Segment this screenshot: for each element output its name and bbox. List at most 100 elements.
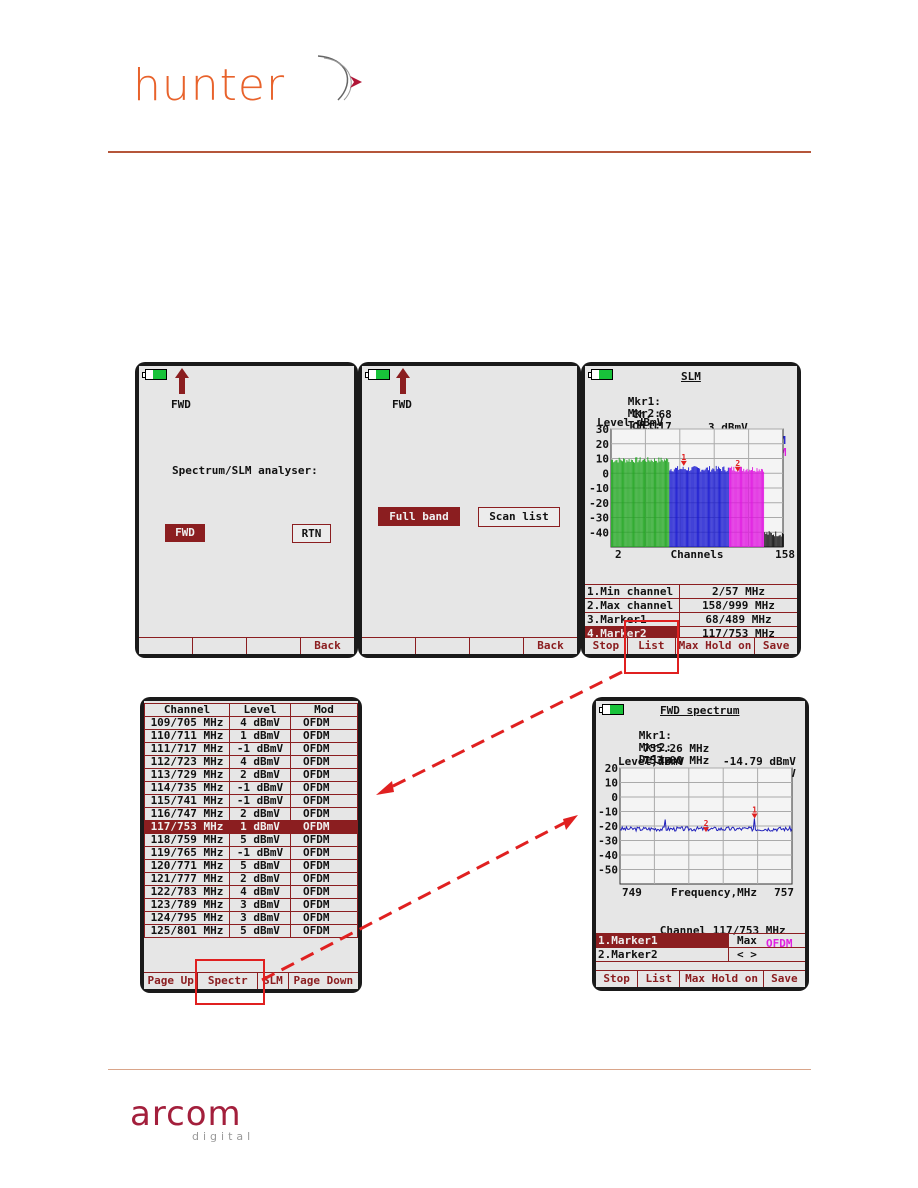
x-tick-label: 2 [615,548,622,561]
table-row[interactable]: 124/795 MHz 3 dBmV OFDM [144,911,358,925]
table-header: Channel Level Mod [144,703,358,717]
bar [701,469,703,547]
table-row[interactable]: 125/801 MHz 5 dBmV OFDM [144,924,358,938]
bar [752,467,754,547]
softkey-1[interactable] [362,638,416,654]
y-tick-label: -20 [598,820,618,833]
bar [747,471,749,547]
table-row[interactable]: 109/705 MHz 4 dBmV OFDM [144,716,358,730]
bar [758,469,760,547]
bar [781,533,783,547]
menu-row-min-channel[interactable]: 1.Min channel 2/57 MHz [585,585,797,599]
bar [656,460,658,547]
y-tick-label: -30 [589,512,609,525]
bar [626,459,628,547]
scan-list-button[interactable]: Scan list [478,507,560,527]
table-row[interactable]: 110/711 MHz 1 dBmV OFDM [144,729,358,743]
list-button[interactable]: List [638,971,681,987]
cell-channel: 117/753 MHz [144,820,230,834]
table-row[interactable]: 115/741 MHz -1 dBmV OFDM [144,794,358,808]
bar [736,471,738,547]
arcom-logo-text: arcom [130,1094,242,1134]
cell-channel: 115/741 MHz [144,794,230,808]
table-row[interactable]: 113/729 MHz 2 dBmV OFDM [144,768,358,782]
cell-mod: OFDM [290,872,358,886]
table-row[interactable]: 120/771 MHz 5 dBmV OFDM [144,859,358,873]
back-button[interactable]: Back [301,638,354,654]
bar [783,534,784,547]
column-header-level: Level [229,703,291,717]
table-row[interactable]: 119/765 MHz -1 dBmV OFDM [144,846,358,860]
bar [771,535,773,547]
table-row[interactable]: 116/747 MHz 2 dBmV OFDM [144,807,358,821]
table-row[interactable]: 111/717 MHz -1 dBmV OFDM [144,742,358,756]
cell-channel: 125/801 MHz [144,924,230,938]
bar [720,469,722,547]
column-header-channel: Channel [144,703,230,717]
menu-row-marker1[interactable]: 1.Marker1 Max [596,934,805,948]
save-button[interactable]: Save [763,971,805,987]
softkey-bar: Back [362,637,577,654]
stop-button[interactable]: Stop [585,638,628,654]
bar [676,467,677,547]
device-screen-slm: SLM Mkr1: Ch. 68 3 dBmV QAM Mkr2: Ch.117… [581,362,801,658]
softkey-2[interactable] [193,638,247,654]
x-tick-label: 757 [774,886,794,899]
bar [669,470,671,547]
x-axis-label: Frequency,MHz [671,886,757,899]
back-button[interactable]: Back [524,638,577,654]
y-tick-label: 20 [596,438,609,451]
table-row[interactable]: 112/723 MHz 4 dBmV OFDM [144,755,358,769]
bar [662,461,664,547]
save-button[interactable]: Save [755,638,797,654]
bar [634,462,636,547]
full-band-button[interactable]: Full band [378,507,460,526]
cell-mod: OFDM [290,911,358,925]
table-row[interactable]: 121/777 MHz 2 dBmV OFDM [144,872,358,886]
menu-value: Max [737,934,757,947]
spectr-highlight-box [195,959,265,1005]
page-up-button[interactable]: Page Up [144,973,199,989]
softkey-1[interactable] [139,638,193,654]
softkey-3[interactable] [247,638,301,654]
max-hold-button[interactable]: Max Hold on [680,971,764,987]
bar [633,461,634,547]
hunter-logo-text: hunter [133,60,286,111]
menu-row-max-channel[interactable]: 2.Max channel 158/999 MHz [585,599,797,613]
softkey-3[interactable] [470,638,524,654]
bar [755,471,757,547]
bar [646,461,648,547]
menu-row-marker2[interactable]: 2.Marker2 < > [596,948,805,962]
fwd-button[interactable]: FWD [165,524,205,542]
cell-level: 1 dBmV [229,820,291,834]
bar [628,458,630,547]
table-row[interactable]: 122/783 MHz 4 dBmV OFDM [144,885,358,899]
bar [765,534,767,547]
bar [689,470,691,547]
swoosh-arrow-icon [317,55,362,101]
bar [635,457,637,547]
slm-menu: 1.Min channel 2/57 MHz 2.Max channel 158/9… [585,584,797,641]
cell-mod: OFDM [290,807,358,821]
bar [648,460,650,547]
y-tick-label: 0 [611,791,618,804]
page-down-button[interactable]: Page Down [288,973,358,989]
slm-bar-chart: Level,dBmV3020100-10-20-30-40122 Channels… [589,416,795,561]
table-row[interactable]: 118/759 MHz 5 dBmV OFDM [144,833,358,847]
menu-row-marker1[interactable]: 3.Marker1 68/489 MHz [585,613,797,627]
bar [743,468,745,547]
bar [644,458,645,547]
bar [756,468,758,547]
cell-level: 2 dBmV [229,807,291,821]
bar [651,460,653,547]
table-row[interactable]: 117/753 MHz 1 dBmV OFDM [144,820,358,834]
table-row[interactable]: 114/735 MHz -1 dBmV OFDM [144,781,358,795]
rtn-button[interactable]: RTN [292,524,331,543]
softkey-bar: Stop List Max Hold on Save [596,970,805,987]
table-row[interactable]: 123/789 MHz 3 dBmV OFDM [144,898,358,912]
softkey-2[interactable] [416,638,470,654]
max-hold-button[interactable]: Max Hold on [675,638,756,654]
bar [774,536,776,547]
bar [745,470,747,547]
stop-button[interactable]: Stop [596,971,639,987]
